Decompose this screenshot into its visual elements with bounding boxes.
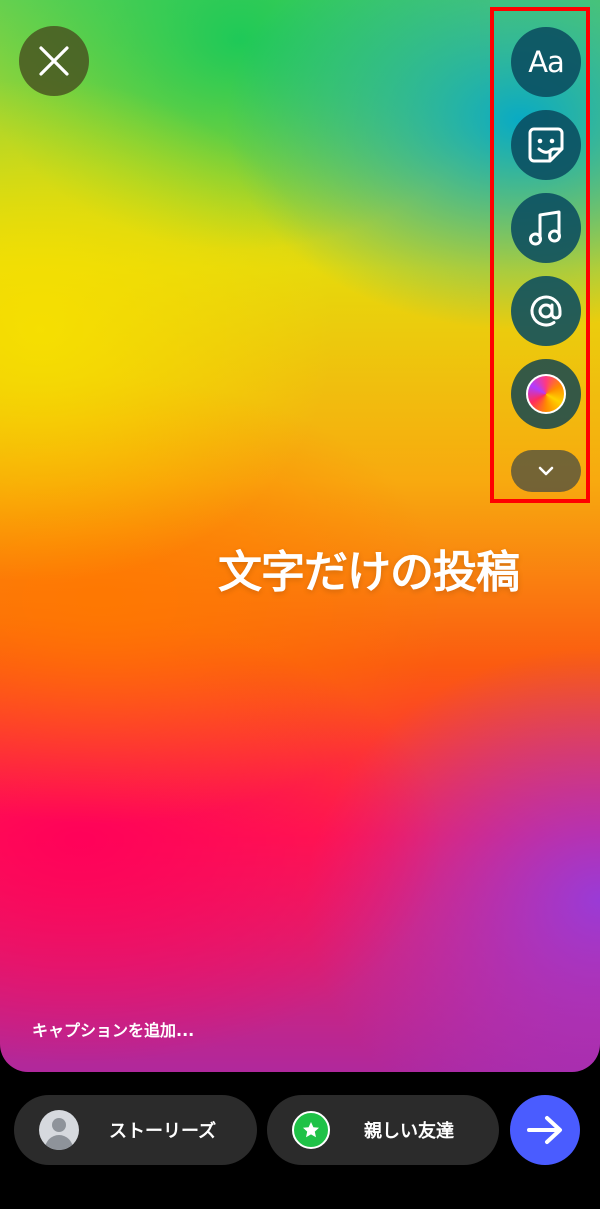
close-button[interactable] (19, 26, 89, 96)
arrow-right-icon (527, 1116, 562, 1144)
close-friends-label: 親しい友達 (364, 1121, 454, 1142)
star-icon (292, 1111, 330, 1149)
share-to-close-friends-button[interactable]: 親しい友達 (267, 1095, 499, 1165)
send-button[interactable] (510, 1095, 580, 1165)
story-canvas[interactable]: Aa 文字だけの投稿 キャプションを追加... (0, 0, 600, 1072)
toolbar-highlight-box (490, 7, 590, 503)
close-icon (39, 46, 69, 76)
story-text[interactable]: 文字だけの投稿 (218, 536, 578, 600)
share-to-stories-button[interactable]: ストーリーズ (14, 1095, 257, 1165)
stories-label: ストーリーズ (109, 1121, 217, 1142)
caption-input[interactable]: キャプションを追加... (32, 1017, 194, 1041)
avatar (39, 1110, 79, 1150)
